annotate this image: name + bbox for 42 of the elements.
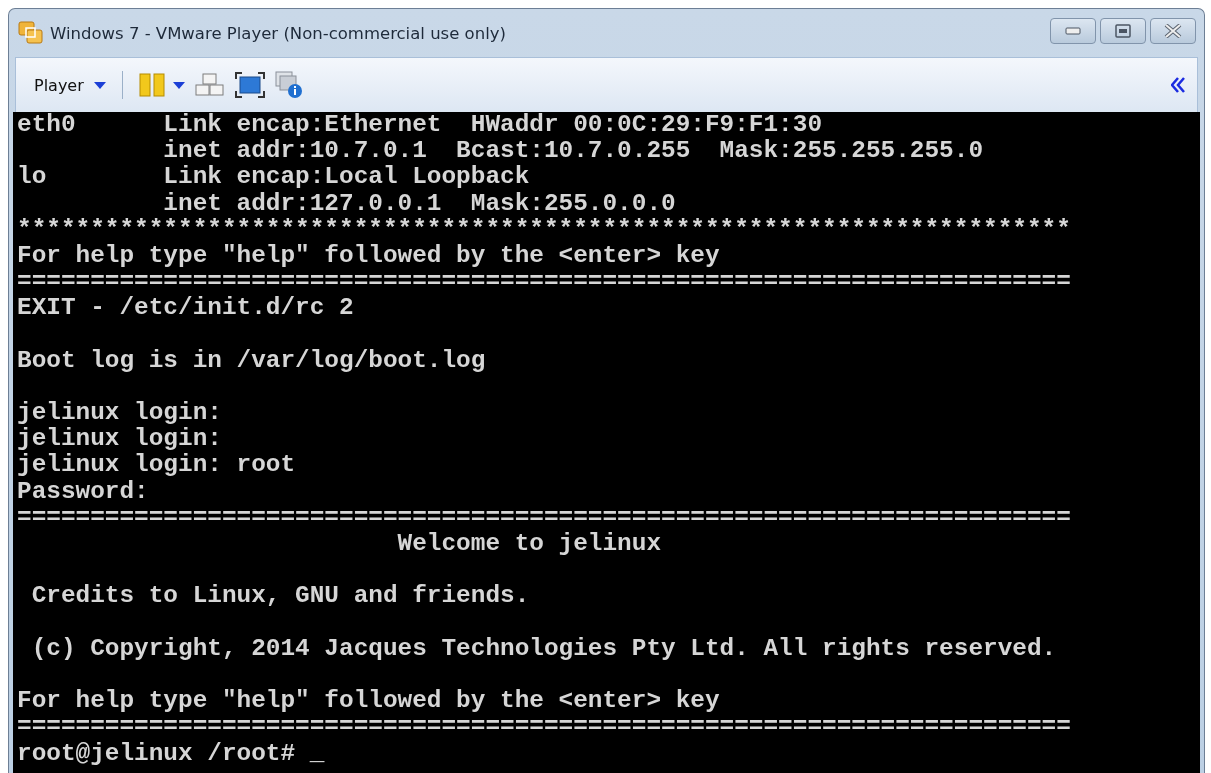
terminal-line: eth0 Link encap:Ethernet HWaddr 00:0C:29:F9:F1:30 xyxy=(17,112,823,139)
terminal-line: EXIT - /etc/init.d/rc 2 xyxy=(17,295,354,322)
terminal-line: (c) Copyright, 2014 Jacques Technologies Pty Ltd. All rights reserved. xyxy=(30,635,1057,662)
terminal-line: jelinux login: root xyxy=(17,452,296,479)
terminal-line: ======================================================================== xyxy=(17,714,1071,741)
minimize-icon xyxy=(1065,27,1081,35)
maximize-icon xyxy=(1115,24,1131,38)
maximize-button[interactable] xyxy=(1100,18,1146,44)
fullscreen-button[interactable] xyxy=(234,72,265,98)
unity-button[interactable] xyxy=(274,71,303,99)
terminal-line: ======================================================================== xyxy=(17,269,1071,296)
terminal-line: Welcome to jelinux xyxy=(396,531,662,558)
terminal-line: Password: xyxy=(17,478,149,505)
text-cursor: _ xyxy=(309,740,325,767)
terminal-line: jelinux login: xyxy=(17,426,222,453)
close-icon xyxy=(1164,24,1182,38)
pause-icon xyxy=(138,73,165,97)
double-chevron-left-icon xyxy=(1171,77,1185,93)
minimize-button[interactable] xyxy=(1050,18,1096,44)
terminal-line: inet addr:10.7.0.1 Bcast:10.7.0.255 Mask:255.255.255.0 xyxy=(162,138,984,165)
terminal-line: Credits to Linux, GNU and friends. xyxy=(30,583,530,610)
caret-icon xyxy=(172,81,185,89)
window-title: Windows 7 - VMware Player (Non-commercial use only) xyxy=(50,23,507,43)
fullscreen-icon xyxy=(234,72,265,98)
collapse-toolbar-button[interactable] xyxy=(1171,77,1185,93)
shell-prompt: root@jelinux /root# xyxy=(17,740,297,767)
player-menu-button[interactable]: Player xyxy=(34,75,106,95)
terminal-line: ************************************************************************ xyxy=(17,216,1071,243)
ctrl-alt-del-button[interactable] xyxy=(194,73,225,97)
pause-button[interactable] xyxy=(138,73,185,97)
terminal-line: For help type "help" followed by the <enter> key xyxy=(17,242,720,270)
terminal-line: For help type "help" followed by the <enter> key xyxy=(17,688,720,715)
terminal-line: jelinux login: xyxy=(17,400,222,427)
terminal-line: Boot log is in /var/log/boot.log xyxy=(17,347,486,374)
windows-info-icon xyxy=(274,71,303,99)
terminal-line: lo Link encap:Local Loopback xyxy=(17,164,530,191)
app-logo-icon xyxy=(18,21,44,45)
caret-icon xyxy=(93,81,106,89)
terminal-line: inet addr:127.0.0.1 Mask:255.0.0.0 xyxy=(162,190,676,217)
close-button[interactable] xyxy=(1150,18,1196,44)
terminal-line: ======================================================================== xyxy=(17,504,1071,531)
keyboard-keys-icon xyxy=(194,73,225,97)
